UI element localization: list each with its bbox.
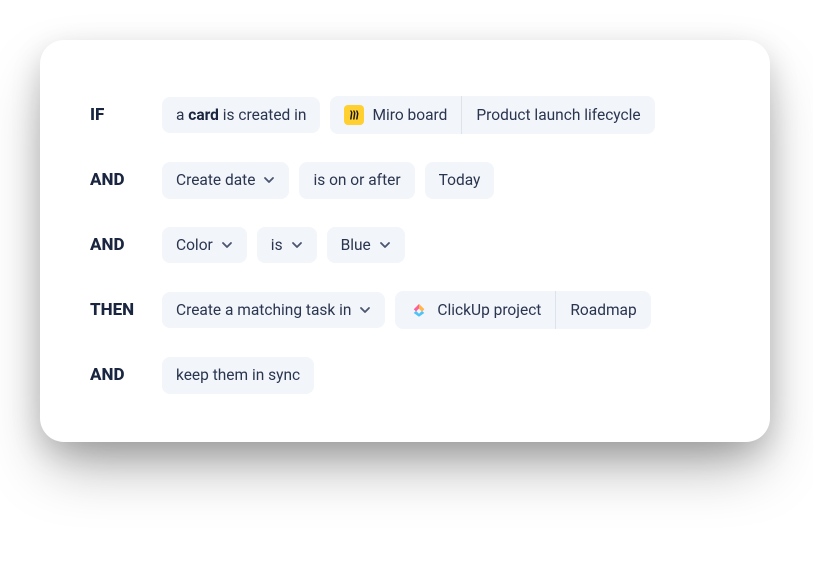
clickup-icon [409,300,429,320]
chevron-down-icon [359,304,371,316]
rule-row-and-date: AND Create date is on or after Today [90,162,720,199]
sync-pill[interactable]: keep them in sync [162,357,314,394]
keyword-if: IF [90,105,152,125]
rule-row-then: THEN Create a matching task in ClickUp p… [90,291,720,329]
source-app: Miro board [330,96,461,134]
target-selector[interactable]: ClickUp project Roadmap [395,291,650,329]
value-selector[interactable]: Blue [327,227,405,264]
operator-pill[interactable]: is on or after [299,162,414,199]
value-pill[interactable]: Today [425,162,495,199]
rule-row-and-color: AND Color is Blue [90,227,720,264]
target-app: ClickUp project [395,291,555,329]
trigger-pill[interactable]: a card is created in [162,97,320,134]
automation-rule-card: IF a card is created in Miro board Produ… [40,40,770,442]
chevron-down-icon [263,174,275,186]
trigger-text: a card is created in [176,106,306,125]
chevron-down-icon [221,239,233,251]
rule-row-if: IF a card is created in Miro board Produ… [90,96,720,134]
rule-row-and-sync: AND keep them in sync [90,357,720,394]
operator-selector[interactable]: is [257,227,317,264]
field-selector[interactable]: Create date [162,162,289,199]
keyword-then: THEN [90,300,152,320]
keyword-and: AND [90,235,152,255]
keyword-and: AND [90,365,152,385]
target-name: Roadmap [556,291,650,329]
miro-icon [344,105,364,125]
chevron-down-icon [379,239,391,251]
source-selector[interactable]: Miro board Product launch lifecycle [330,96,654,134]
action-selector[interactable]: Create a matching task in [162,292,385,329]
source-name: Product launch lifecycle [462,96,654,134]
field-selector[interactable]: Color [162,227,247,264]
chevron-down-icon [291,239,303,251]
keyword-and: AND [90,170,152,190]
